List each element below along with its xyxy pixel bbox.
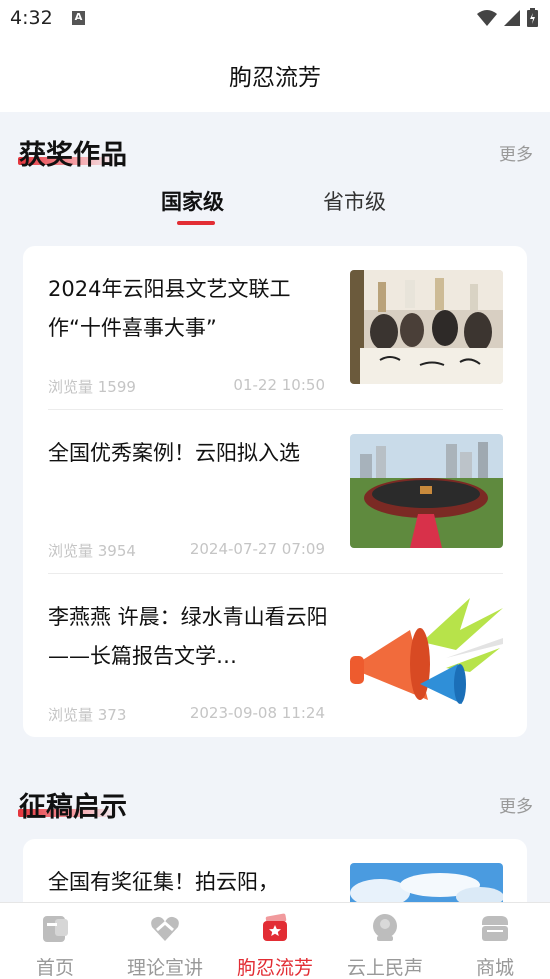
- award-level-tabs: 国家级 省市级: [0, 186, 550, 228]
- list-divider: [48, 409, 503, 410]
- solicitation-heading: 征稿启示: [19, 792, 127, 823]
- publish-date: 2023-09-08 11:24: [189, 704, 325, 722]
- awards-section-header: 获奖作品 更多: [0, 133, 550, 173]
- nav-shop[interactable]: 商城: [440, 903, 550, 979]
- nav-label: 朐忍流芳: [236, 957, 313, 979]
- publish-date: 2024-07-27 07:09: [189, 540, 325, 558]
- nav-label: 商城: [475, 957, 514, 979]
- nav-label: 云上民声: [346, 957, 423, 979]
- article-thumbnail: [350, 270, 503, 384]
- awards-heading: 获奖作品: [19, 140, 127, 171]
- status-time: 4:32: [10, 7, 53, 29]
- person-icon: [373, 914, 397, 941]
- home-icon: [43, 916, 68, 942]
- publish-date: 01-22 10:50: [233, 376, 325, 394]
- active-tab-indicator: [177, 221, 215, 225]
- battery-icon: [527, 8, 538, 27]
- nav-label: 首页: [35, 957, 74, 979]
- bottom-navigation: 首页 理论宣讲 朐忍流芳 云上民声 商城: [0, 902, 550, 979]
- page-title: 朐忍流芳: [229, 65, 321, 91]
- article-thumbnail: [350, 434, 503, 548]
- tab-provincial-municipal[interactable]: 省市级: [323, 186, 386, 216]
- article-thumbnail: [350, 598, 503, 712]
- list-item[interactable]: 李燕燕 许晨：绿水青山看云阳——长篇报告文学… 浏览量 373 2023-09-…: [48, 598, 503, 737]
- app-header: 朐忍流芳: [0, 40, 550, 112]
- article-title: 李燕燕 许晨：绿水青山看云阳——长篇报告文学…: [48, 605, 328, 668]
- awards-list-card: 2024年云阳县文艺文联工作“十件喜事大事” 浏览量 1599 01-22 10…: [23, 246, 527, 737]
- article-title: 全国有奖征集！拍云阳，: [48, 870, 279, 894]
- status-bar: 4:32 A: [0, 0, 550, 40]
- article-title: 全国优秀案例！云阳拟入选: [48, 441, 300, 465]
- nav-quren-liufang[interactable]: 朐忍流芳: [220, 903, 330, 979]
- tab-national[interactable]: 国家级: [161, 186, 224, 216]
- shop-icon: [482, 916, 508, 941]
- awards-more-link[interactable]: 更多: [499, 140, 533, 165]
- solicitation-section-header: 征稿启示 更多: [0, 785, 550, 825]
- system-icons: [477, 8, 538, 27]
- nav-home[interactable]: 首页: [0, 903, 110, 979]
- signal-icon: [504, 9, 520, 26]
- nav-cloud-voices[interactable]: 云上民声: [330, 903, 440, 979]
- wifi-icon: [477, 9, 497, 26]
- nav-theory-lectures[interactable]: 理论宣讲: [110, 903, 220, 979]
- solicitation-more-link[interactable]: 更多: [499, 792, 533, 817]
- ticket-star-icon: [263, 913, 287, 941]
- notification-a-icon: A: [72, 11, 85, 25]
- nav-label: 理论宣讲: [126, 957, 203, 979]
- article-title: 2024年云阳县文艺文联工作“十件喜事大事”: [48, 277, 291, 340]
- heart-hands-icon: [151, 916, 179, 941]
- list-divider: [48, 573, 503, 574]
